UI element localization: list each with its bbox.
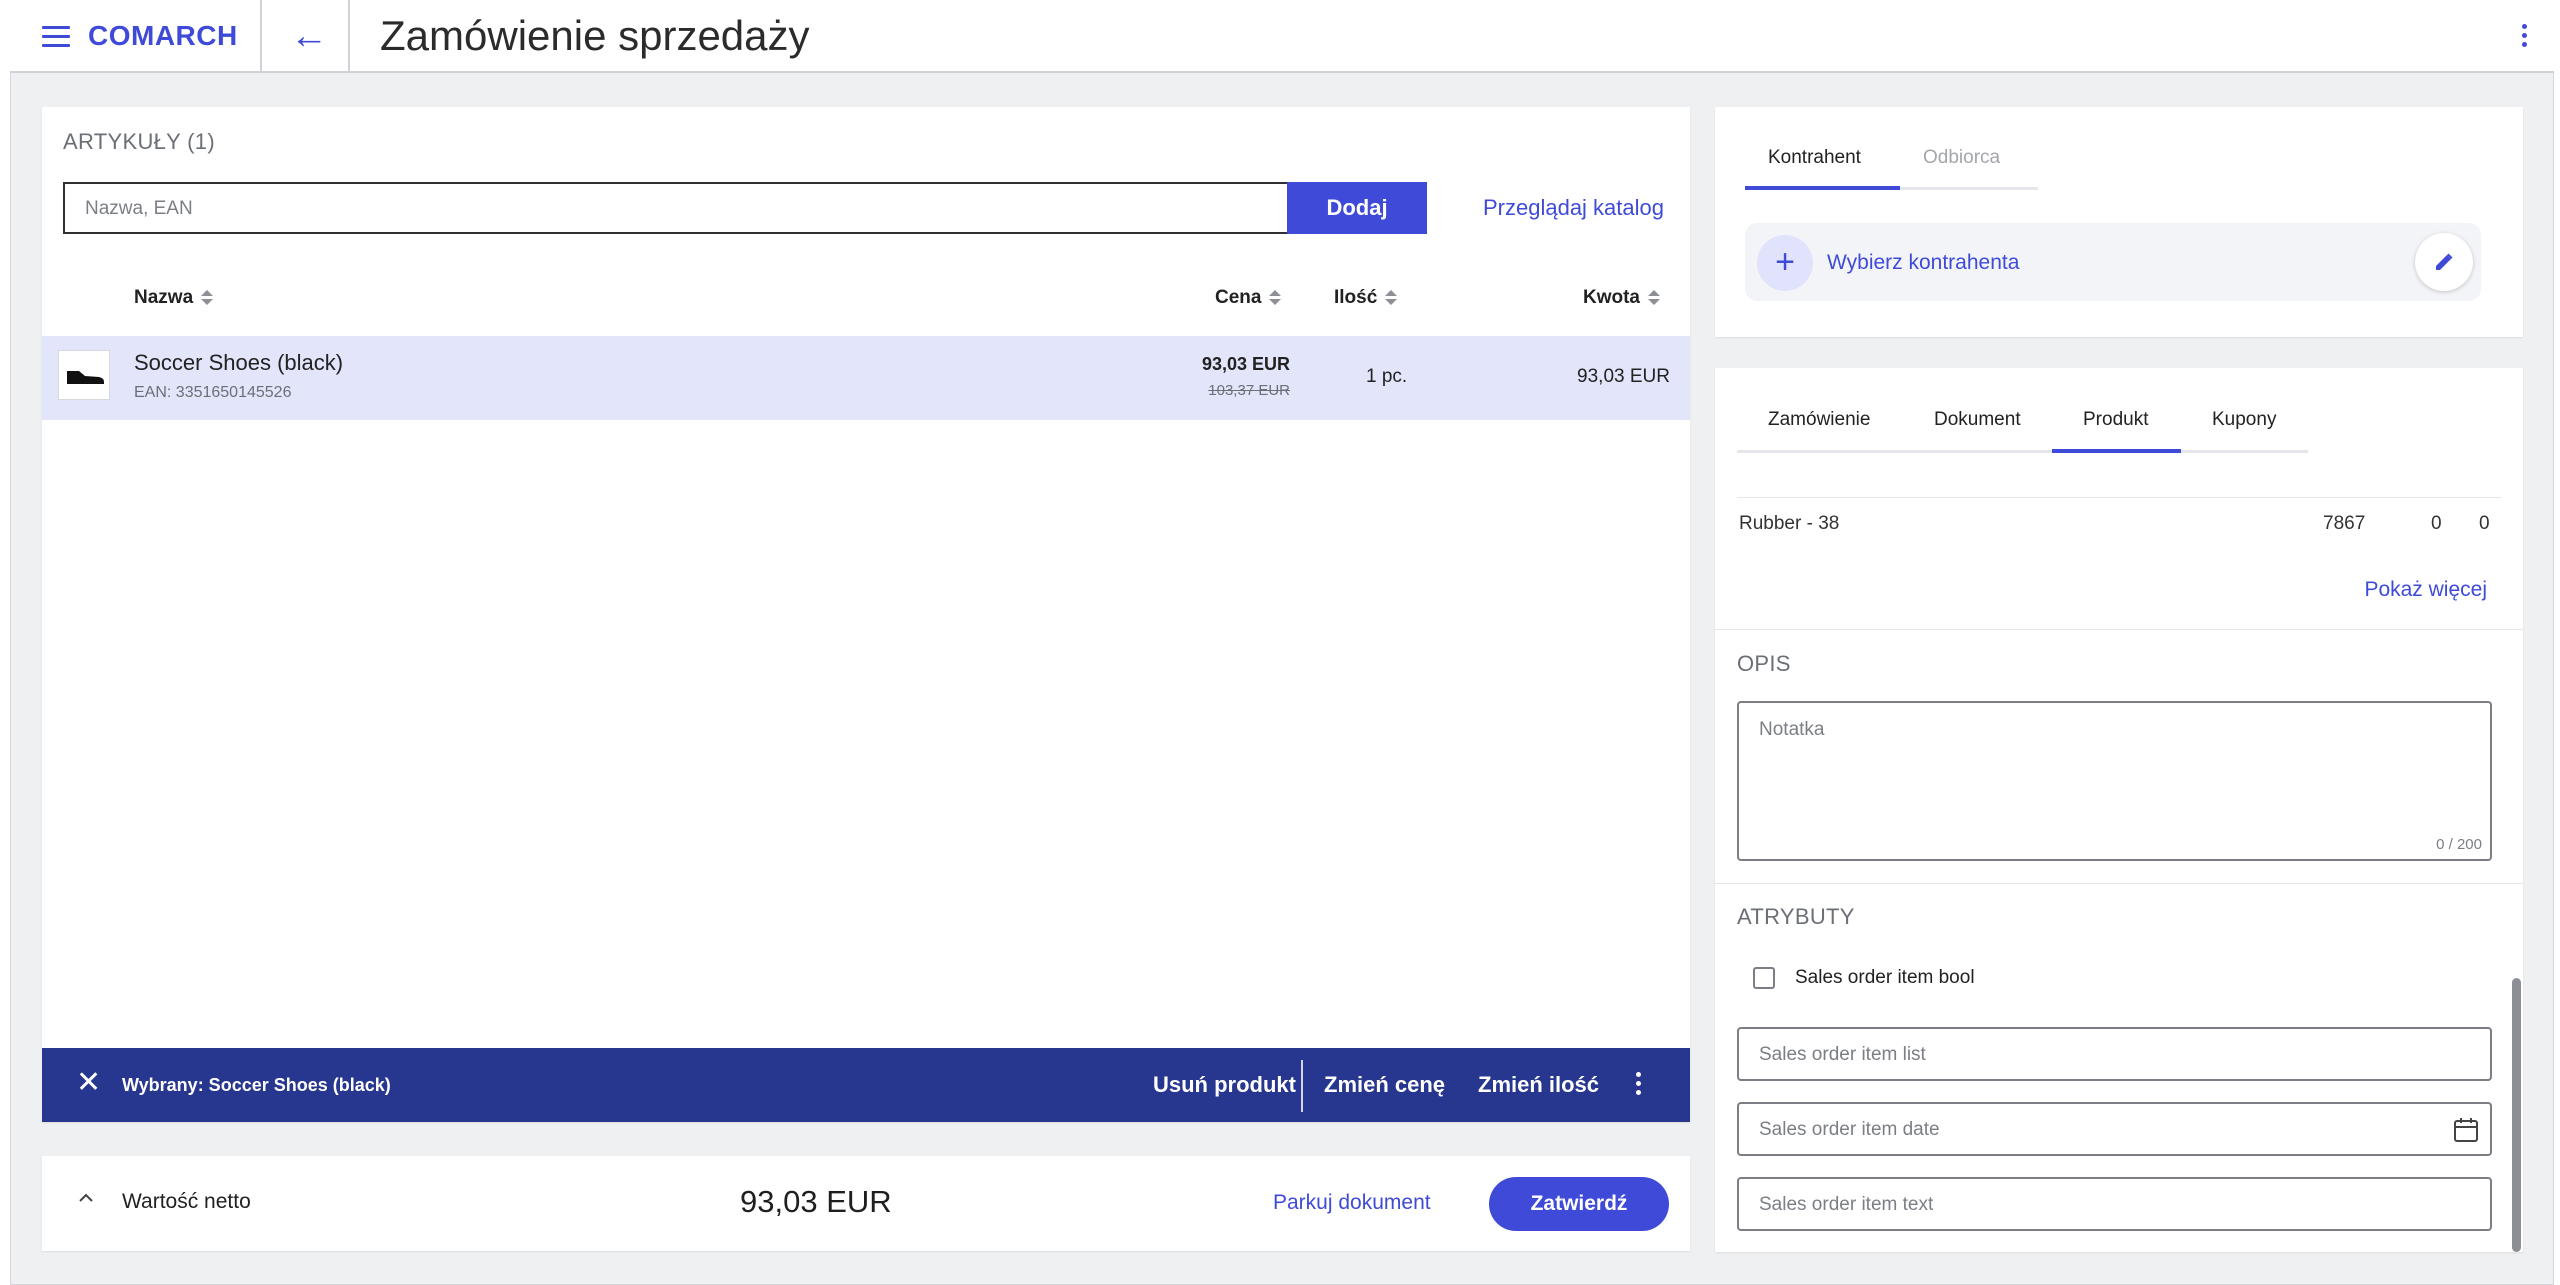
sort-icon xyxy=(1648,289,1660,306)
divider xyxy=(1301,1060,1303,1112)
divider xyxy=(1737,497,2501,498)
divider xyxy=(1715,883,2523,884)
shoe-icon xyxy=(67,371,104,384)
tab-kupony[interactable]: Kupony xyxy=(2212,409,2276,431)
attribute-row-label: Rubber - 38 xyxy=(1739,513,1840,534)
add-button[interactable]: Dodaj xyxy=(1287,182,1427,234)
product-old-price: 103,37 EUR xyxy=(1208,382,1290,399)
tab-zamowienie[interactable]: Zamówienie xyxy=(1768,409,1870,431)
chevron-up-icon[interactable] xyxy=(78,1190,94,1206)
list-field-placeholder: Sales order item list xyxy=(1759,1044,1926,1065)
column-header-name[interactable]: Nazwa xyxy=(134,287,214,309)
more-actions-icon[interactable] xyxy=(1636,1072,1642,1099)
tab-produkt[interactable]: Produkt xyxy=(2083,409,2148,431)
tab-odbiorca[interactable]: Odbiorca xyxy=(1923,147,2000,169)
product-qty: 1 pc. xyxy=(1366,366,1408,387)
choose-contractor-row: + Wybierz kontrahenta xyxy=(1745,223,2481,301)
remove-product-button[interactable]: Usuń produkt xyxy=(1153,1072,1296,1098)
attribute-row-value-1: 7867 xyxy=(2323,513,2366,534)
table-row[interactable]: Soccer Shoes (black) EAN: 3351650145526 … xyxy=(42,336,1690,420)
tab-kontrahent[interactable]: Kontrahent xyxy=(1768,147,1861,169)
active-tab-indicator xyxy=(1745,186,1900,190)
selection-text: Wybrany: Soccer Shoes (black) xyxy=(122,1075,391,1095)
sort-icon xyxy=(201,289,214,306)
calendar-icon[interactable] xyxy=(2452,1116,2480,1144)
product-ean: EAN: 3351650145526 xyxy=(134,384,292,401)
pencil-icon xyxy=(2436,253,2453,270)
more-menu-icon[interactable] xyxy=(2522,24,2528,51)
change-qty-button[interactable]: Zmień ilość xyxy=(1478,1072,1599,1098)
close-icon[interactable]: ✕ xyxy=(76,1068,101,1098)
product-price: 93,03 EUR xyxy=(1201,354,1290,374)
bool-checkbox-label: Sales order item bool xyxy=(1795,967,1975,988)
top-bar: COMARCH ← Zamówienie sprzedaży xyxy=(10,0,2554,73)
net-value-label: Wartość netto xyxy=(122,1190,251,1213)
brand-logo: COMARCH xyxy=(88,20,238,51)
edit-button[interactable] xyxy=(2415,233,2473,291)
confirm-button[interactable]: Zatwierdź xyxy=(1489,1177,1669,1231)
summary-bar: Wartość netto 93,03 EUR Parkuj dokument … xyxy=(42,1156,1690,1251)
list-field[interactable]: Sales order item list xyxy=(1737,1027,2492,1081)
tab-track xyxy=(1737,450,2308,453)
browse-catalog-link[interactable]: Przeglądaj katalog xyxy=(1483,195,1664,221)
show-more-link[interactable]: Pokaż więcej xyxy=(2364,578,2487,602)
column-header-price[interactable]: Cena xyxy=(1215,287,1282,309)
bool-checkbox[interactable] xyxy=(1753,967,1775,989)
selection-bar: ✕ Wybrany: Soccer Shoes (black) Usuń pro… xyxy=(42,1048,1690,1122)
sort-icon xyxy=(1385,289,1398,306)
back-arrow-icon[interactable]: ← xyxy=(290,16,328,56)
plus-icon[interactable]: + xyxy=(1757,235,1813,291)
note-placeholder: Notatka xyxy=(1759,719,1825,740)
text-field-placeholder: Sales order item text xyxy=(1759,1194,1934,1215)
product-name: Soccer Shoes (black) xyxy=(134,350,344,375)
attributes-section-title: ATRYBUTY xyxy=(1737,904,1855,929)
attribute-row-value-2: 0 xyxy=(2431,513,2442,534)
menu-icon[interactable] xyxy=(42,26,70,48)
articles-panel: ARTYKUŁY (1) Nazwa, EAN Dodaj Przeglądaj… xyxy=(42,107,1690,1122)
contractor-panel: Kontrahent Odbiorca + Wybierz kontrahent… xyxy=(1715,107,2523,337)
sort-icon xyxy=(1269,289,1282,306)
description-section-title: OPIS xyxy=(1737,651,1791,676)
note-counter: 0 / 200 xyxy=(2436,836,2482,853)
product-thumbnail xyxy=(58,350,110,400)
column-header-amount[interactable]: Kwota xyxy=(1583,287,1660,309)
divider xyxy=(348,0,350,73)
scrollbar[interactable] xyxy=(2512,978,2521,1252)
tab-dokument[interactable]: Dokument xyxy=(1934,409,2021,431)
article-search-input[interactable]: Nazwa, EAN xyxy=(63,182,1289,234)
attribute-row-value-3: 0 xyxy=(2479,513,2490,534)
articles-section-title: ARTYKUŁY (1) xyxy=(63,129,215,154)
divider xyxy=(260,0,262,73)
text-field[interactable]: Sales order item text xyxy=(1737,1177,2492,1231)
column-header-qty[interactable]: Ilość xyxy=(1334,287,1398,309)
details-panel: Zamówienie Dokument Produkt Kupony Rubbe… xyxy=(1715,368,2523,1252)
net-value: 93,03 EUR xyxy=(740,1184,892,1219)
note-textarea[interactable]: Notatka 0 / 200 xyxy=(1737,701,2492,861)
park-document-link[interactable]: Parkuj dokument xyxy=(1273,1191,1431,1215)
active-tab-indicator xyxy=(2052,449,2181,453)
choose-contractor-link[interactable]: Wybierz kontrahenta xyxy=(1827,251,2019,275)
product-amount: 93,03 EUR xyxy=(1577,366,1670,387)
divider xyxy=(1715,629,2523,630)
date-field[interactable]: Sales order item date xyxy=(1737,1102,2492,1156)
change-price-button[interactable]: Zmień cenę xyxy=(1324,1072,1445,1098)
date-field-placeholder: Sales order item date xyxy=(1759,1119,1940,1140)
page-title: Zamówienie sprzedaży xyxy=(380,12,810,59)
